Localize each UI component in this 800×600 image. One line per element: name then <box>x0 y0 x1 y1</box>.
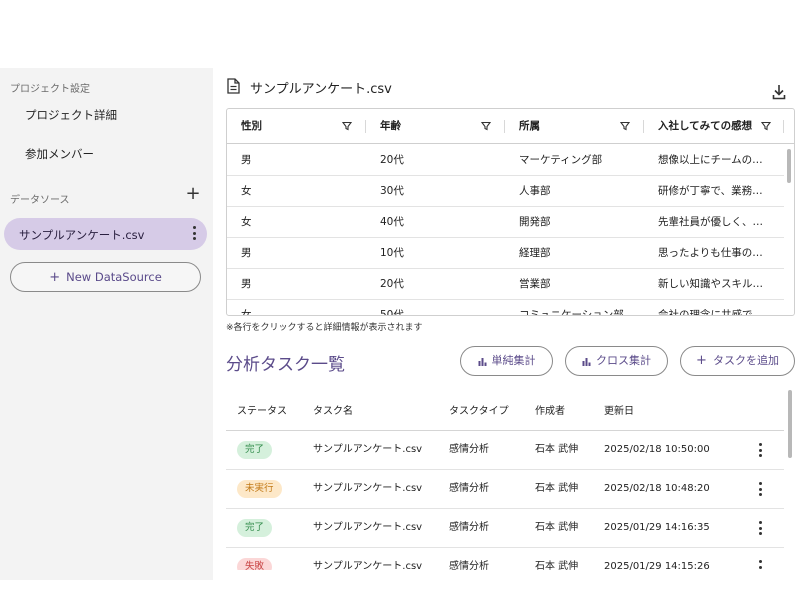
more-vert-icon[interactable] <box>757 482 763 498</box>
status-badge: 失敗 <box>237 558 273 570</box>
task-header-name: タスク名 <box>313 406 353 417</box>
task-updated: 2025/02/18 10:48:20 <box>604 483 710 494</box>
task-row[interactable]: 未実行 サンプルアンケート.csv 感情分析 石本 武伸 2025/02/18 … <box>226 470 784 509</box>
task-type: 感情分析 <box>449 444 489 455</box>
task-name: サンプルアンケート.csv <box>313 561 423 570</box>
more-vert-icon[interactable] <box>757 443 763 459</box>
task-type: 感情分析 <box>449 483 489 494</box>
task-header-updated: 更新日 <box>604 406 634 417</box>
task-updated: 2025/02/18 10:50:00 <box>604 444 710 455</box>
task-row[interactable]: 完了 サンプルアンケート.csv 感情分析 石本 武伸 2025/01/29 1… <box>226 509 784 548</box>
task-author: 石本 武伸 <box>535 444 579 455</box>
task-author: 石本 武伸 <box>535 561 579 570</box>
task-scrollbar[interactable] <box>788 390 792 458</box>
task-table: ステータス タスク名 タスクタイプ 作成者 更新日 完了 サンプルアンケート.c… <box>0 0 800 570</box>
task-name: サンプルアンケート.csv <box>313 522 423 533</box>
task-header-author: 作成者 <box>535 406 565 417</box>
task-author: 石本 武伸 <box>535 483 579 494</box>
task-type: 感情分析 <box>449 561 489 570</box>
status-badge: 完了 <box>237 441 273 459</box>
status-badge: 完了 <box>237 519 273 537</box>
task-name: サンプルアンケート.csv <box>313 483 423 494</box>
status-badge: 未実行 <box>237 480 282 498</box>
more-vert-icon[interactable] <box>757 521 763 537</box>
task-updated: 2025/01/29 14:16:35 <box>604 522 710 533</box>
task-name: サンプルアンケート.csv <box>313 444 423 455</box>
task-updated: 2025/01/29 14:15:26 <box>604 561 710 570</box>
task-header-type: タスクタイプ <box>449 406 509 417</box>
task-row[interactable]: 完了 サンプルアンケート.csv 感情分析 石本 武伸 2025/02/18 1… <box>226 431 784 470</box>
task-header-status: ステータス <box>237 406 287 417</box>
task-author: 石本 武伸 <box>535 522 579 533</box>
task-type: 感情分析 <box>449 522 489 533</box>
task-row[interactable]: 失敗 サンプルアンケート.csv 感情分析 石本 武伸 2025/01/29 1… <box>226 548 784 570</box>
more-vert-icon[interactable] <box>757 560 763 570</box>
